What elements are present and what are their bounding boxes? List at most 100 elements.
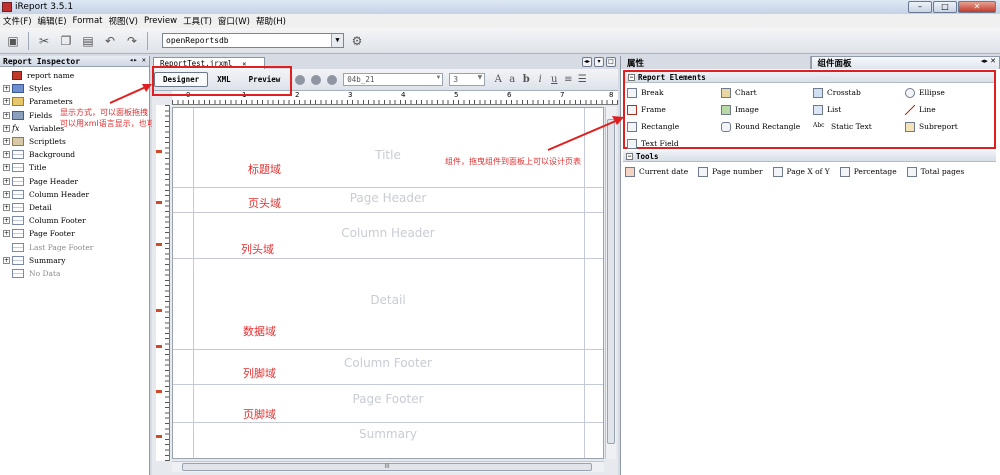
underline-icon[interactable]: u <box>547 74 561 85</box>
expand-icon[interactable]: + <box>3 256 10 264</box>
expand-icon[interactable]: + <box>3 111 10 119</box>
palette-item-break[interactable]: Break <box>627 86 721 99</box>
italic-icon[interactable]: i <box>533 74 547 85</box>
tab-properties[interactable]: 属性 <box>621 56 811 69</box>
tree-item-page-header[interactable]: + Page Header <box>0 175 149 188</box>
redo-icon[interactable]: ↷ <box>123 32 141 50</box>
increase-font-icon[interactable]: A <box>491 74 505 85</box>
palette-item-static-text[interactable]: Abc Static Text <box>813 120 905 133</box>
band-summary[interactable]: Summary <box>173 423 603 458</box>
menu-preview[interactable]: Preview <box>141 16 180 26</box>
tool-percentage[interactable]: Percentage <box>839 165 897 178</box>
pin-icon[interactable]: ◂▸ ✕ <box>981 57 996 65</box>
font-size-select[interactable]: 3 ▼ <box>449 73 486 86</box>
pin-icon[interactable]: ◂▸ ✕ <box>129 56 146 64</box>
expand-icon[interactable]: + <box>3 230 10 238</box>
close-icon[interactable]: ✕ <box>242 60 246 68</box>
palette-item-list[interactable]: List <box>813 103 905 116</box>
band-title[interactable]: Title 标题域 <box>173 108 603 188</box>
maximize-icon[interactable]: □ <box>606 57 616 67</box>
tool-page-number[interactable]: Page number <box>698 165 763 178</box>
tree-item-no-data[interactable]: No Data <box>0 267 149 280</box>
menu-file[interactable]: 文件(F) <box>0 15 35 27</box>
section-header[interactable]: − Report Elements <box>625 72 994 83</box>
tree-item-detail[interactable]: + Detail <box>0 201 149 214</box>
expand-icon[interactable]: + <box>3 203 10 211</box>
save-icon[interactable]: ▣ <box>4 32 22 50</box>
decrease-font-icon[interactable]: a <box>505 74 519 85</box>
band-column-header[interactable]: Column Header 列头域 <box>173 213 603 259</box>
tool-total-pages[interactable]: Total pages <box>906 165 964 178</box>
band-page-footer[interactable]: Page Footer 页脚域 <box>173 385 603 423</box>
menu-window[interactable]: 窗口(W) <box>215 15 253 27</box>
minimize-button[interactable]: – <box>908 1 932 13</box>
band-column-footer[interactable]: Column Footer 列脚域 <box>173 350 603 385</box>
designer-view-button[interactable]: Designer <box>154 72 209 87</box>
palette-item-ellipse[interactable]: Ellipse <box>905 86 997 99</box>
palette-item-chart[interactable]: Chart <box>721 86 813 99</box>
tree-item-scriptlets[interactable]: + Scriptlets <box>0 135 149 148</box>
palette-item-rectangle[interactable]: Rectangle <box>627 120 721 133</box>
collapse-icon[interactable]: − <box>626 152 633 160</box>
undo-icon[interactable]: ↶ <box>101 32 119 50</box>
select-icon[interactable] <box>295 74 306 85</box>
palette-item-round-rectangle[interactable]: Round Rectangle <box>721 120 813 133</box>
section-header[interactable]: − Tools <box>623 151 996 162</box>
zoom-out-icon[interactable] <box>327 74 338 85</box>
vertical-scrollbar[interactable] <box>605 107 616 459</box>
scroll-thumb[interactable]: III <box>182 463 592 471</box>
expand-icon[interactable]: + <box>3 98 10 106</box>
menu-tools[interactable]: 工具(T) <box>180 15 215 27</box>
document-tab[interactable]: ReportTest.jrxml ✕ <box>153 57 265 69</box>
expand-icon[interactable]: + <box>3 217 10 225</box>
expand-icon[interactable]: + <box>3 190 10 198</box>
palette-item-text-field[interactable]: Text Field <box>627 137 721 150</box>
tree-item-column-footer[interactable]: + Column Footer <box>0 214 149 227</box>
tree-item-styles[interactable]: + Styles <box>0 82 149 95</box>
horizontal-scrollbar[interactable]: III <box>172 461 604 472</box>
band-marker[interactable] <box>156 435 162 438</box>
band-detail[interactable]: Detail 数据域 <box>173 259 603 350</box>
band-page-header[interactable]: Page Header 页头域 <box>173 188 603 213</box>
tool-current-date[interactable]: Current date <box>625 165 688 178</box>
scroll-thumb[interactable] <box>607 119 615 444</box>
band-marker[interactable] <box>156 390 162 393</box>
cut-icon[interactable]: ✂ <box>35 32 53 50</box>
band-marker[interactable] <box>156 243 162 246</box>
palette-item-line[interactable]: Line <box>905 103 997 116</box>
font-name-select[interactable]: 04b_21 ▼ <box>343 73 444 86</box>
strikethrough-icon[interactable]: ≡ <box>561 74 575 85</box>
tree-item-column-header[interactable]: + Column Header <box>0 188 149 201</box>
palette-item-crosstab[interactable]: Crosstab <box>813 86 905 99</box>
palette-item-frame[interactable]: Frame <box>627 103 721 116</box>
scroll-left-icon[interactable]: ◂▸ <box>582 57 592 67</box>
datasource-icon[interactable]: ⚙ <box>348 32 366 50</box>
band-marker[interactable] <box>156 150 162 153</box>
palette-item-image[interactable]: Image <box>721 103 813 116</box>
menu-view[interactable]: 视图(V) <box>106 15 141 27</box>
menu-edit[interactable]: 编辑(E) <box>35 15 70 27</box>
expand-icon[interactable]: + <box>3 177 10 185</box>
preview-view-button[interactable]: Preview <box>240 72 290 87</box>
band-marker[interactable] <box>156 309 162 312</box>
chevron-down-icon[interactable]: ▾ <box>594 57 604 67</box>
palette-item-subreport[interactable]: Subreport <box>905 120 997 133</box>
tool-page-x-of-y[interactable]: Page X of Y <box>772 165 830 178</box>
tree-item-report-name[interactable]: report name <box>0 69 149 82</box>
band-marker[interactable] <box>156 201 162 204</box>
menu-format[interactable]: Format <box>70 16 106 26</box>
align-icon[interactable]: ☰ <box>575 74 589 85</box>
expand-icon[interactable]: + <box>3 151 10 159</box>
close-button[interactable]: ✕ <box>958 1 996 13</box>
expand-icon[interactable]: + <box>3 164 10 172</box>
paste-icon[interactable]: ▤ <box>79 32 97 50</box>
expand-icon[interactable]: + <box>3 138 10 146</box>
tree-item-summary[interactable]: + Summary <box>0 254 149 267</box>
tree-item-page-footer[interactable]: + Page Footer <box>0 227 149 240</box>
connection-select[interactable]: openReportsdb ▼ <box>162 33 344 48</box>
copy-icon[interactable]: ❐ <box>57 32 75 50</box>
tree-item-background[interactable]: + Background <box>0 148 149 161</box>
bold-icon[interactable]: b <box>519 74 533 85</box>
expand-icon[interactable]: + <box>3 85 10 93</box>
band-marker[interactable] <box>156 345 162 348</box>
